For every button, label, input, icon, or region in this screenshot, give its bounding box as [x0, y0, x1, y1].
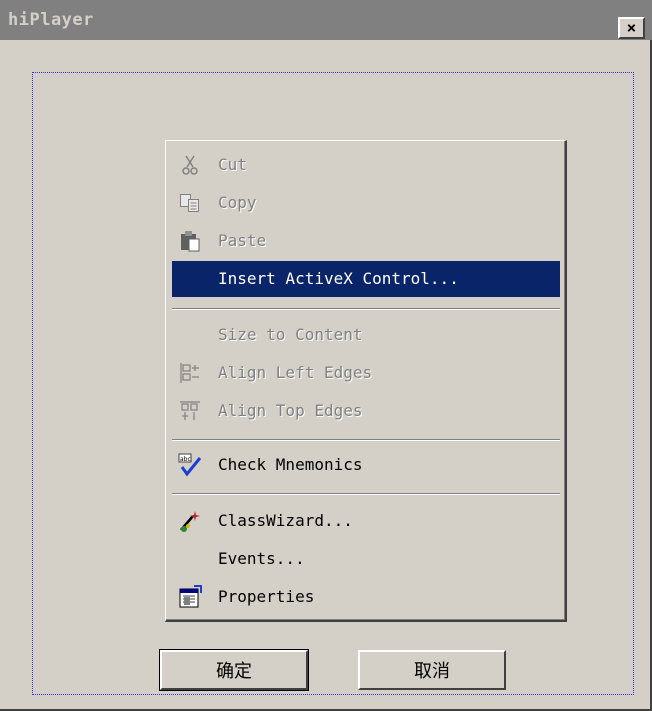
check-mnemonics-icon: abc — [178, 453, 202, 477]
menu-item-cut[interactable]: Cut — [172, 147, 560, 183]
close-icon: × — [626, 18, 637, 37]
menu-item-events[interactable]: Events... — [172, 541, 560, 577]
menu-item-label: Paste — [218, 231, 267, 250]
window-title: hiPlayer — [8, 10, 94, 30]
menu-item-label: Properties — [218, 587, 315, 606]
menu-item-label: Align Left Edges — [218, 363, 373, 382]
wand-icon — [178, 509, 202, 533]
menu-item-label: Size to Content — [218, 325, 363, 344]
menu-separator — [172, 439, 560, 441]
context-menu: Cut Copy Paste Insert ActiveX Control...… — [165, 140, 567, 622]
menu-item-align-left[interactable]: Align Left Edges — [172, 355, 560, 391]
menu-item-insert-activex[interactable]: Insert ActiveX Control... — [172, 261, 560, 297]
cancel-button[interactable]: 取消 — [358, 650, 506, 690]
ok-button[interactable]: 确定 — [159, 649, 309, 691]
menu-item-copy[interactable]: Copy — [172, 185, 560, 221]
menu-item-label: Check Mnemonics — [218, 455, 363, 474]
dialog-window: hiPlayer × Cut Copy Paste Insert ActiveX… — [0, 0, 652, 711]
copy-icon — [178, 191, 202, 215]
close-button[interactable]: × — [618, 17, 645, 39]
menu-item-align-top[interactable]: Align Top Edges — [172, 393, 560, 429]
menu-item-label: Events... — [218, 549, 305, 568]
align-left-icon — [178, 361, 202, 385]
cancel-button-label: 取消 — [414, 661, 450, 682]
menu-item-properties[interactable]: Properties — [172, 579, 560, 615]
svg-text:abc: abc — [180, 456, 191, 463]
title-bar[interactable]: hiPlayer × — [0, 0, 652, 40]
menu-item-classwizard[interactable]: ClassWizard... — [172, 503, 560, 539]
menu-item-label: Insert ActiveX Control... — [218, 269, 459, 288]
menu-item-label: ClassWizard... — [218, 511, 353, 530]
menu-item-label: Align Top Edges — [218, 401, 363, 420]
menu-item-label: Copy — [218, 193, 257, 212]
menu-item-size-to-content[interactable]: Size to Content — [172, 317, 560, 353]
menu-separator — [172, 493, 560, 495]
scissors-icon — [178, 153, 202, 177]
align-top-icon — [178, 399, 202, 423]
menu-item-check-mnemonics[interactable]: abc Check Mnemonics — [172, 447, 560, 483]
menu-separator — [172, 308, 560, 310]
properties-icon — [178, 585, 202, 609]
menu-item-label: Cut — [218, 155, 247, 174]
ok-button-label: 确定 — [216, 661, 252, 682]
menu-item-paste[interactable]: Paste — [172, 223, 560, 259]
paste-icon — [178, 229, 202, 253]
